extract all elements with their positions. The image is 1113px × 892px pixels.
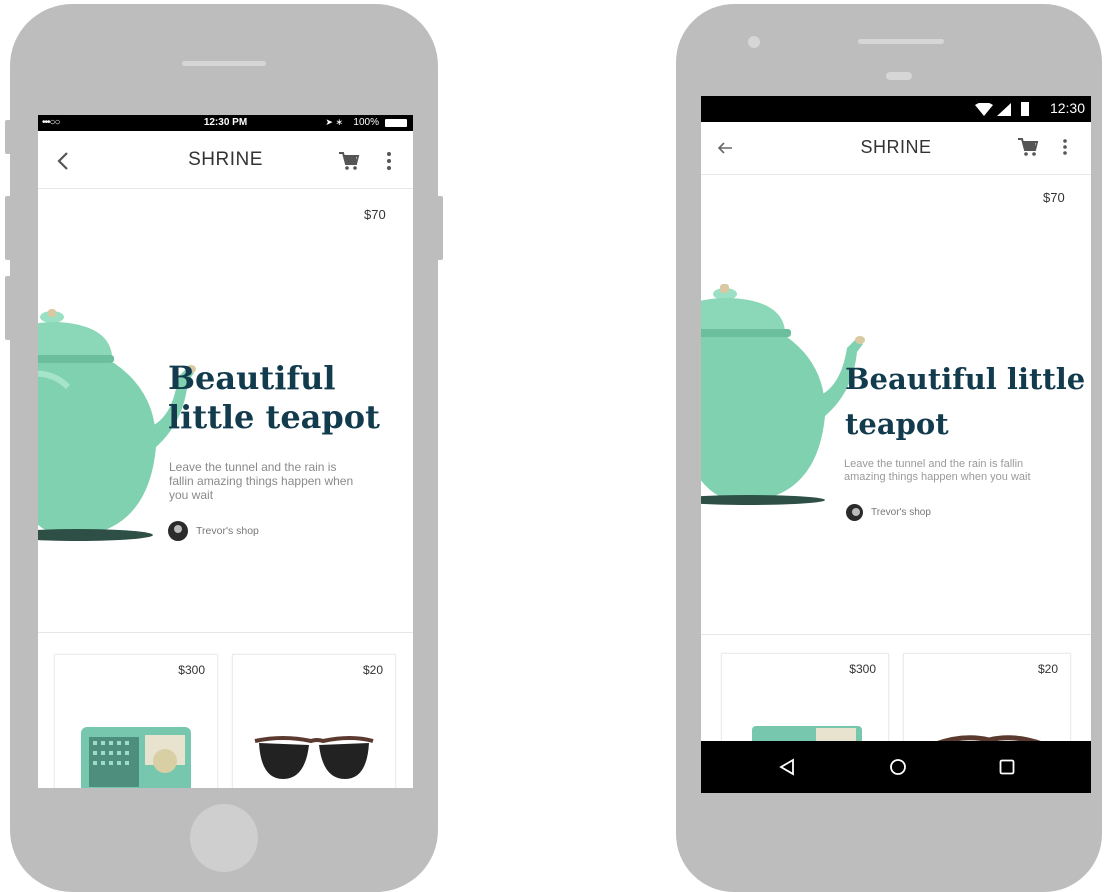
hero-title: Beautiful little teapot — [168, 359, 380, 437]
sunglasses-image — [254, 736, 374, 779]
android-screen: 12:30 SHRINE $70 Beautiful little teapot… — [701, 96, 1091, 793]
hero-description: Leave the tunnel and the rain is fallin … — [844, 458, 1084, 483]
earpiece-speaker — [858, 39, 944, 44]
card-price: $20 — [362, 663, 383, 677]
hero-title: Beautiful little teapot — [845, 357, 1085, 447]
ios-volume-down — [5, 276, 11, 340]
signal-icon — [997, 103, 1011, 116]
front-camera — [748, 36, 760, 48]
ios-mute-switch — [5, 120, 11, 154]
android-status-bar: 12:30 — [701, 96, 1091, 122]
card-price: $300 — [849, 662, 876, 676]
hero-title-line1: Beautiful — [168, 359, 336, 397]
battery-icon — [385, 119, 407, 127]
proximity-sensor — [886, 72, 912, 80]
home-button[interactable] — [190, 804, 258, 872]
shop-avatar — [168, 521, 188, 541]
radio-image — [81, 727, 191, 788]
section-divider — [38, 632, 413, 633]
ios-power-button — [437, 196, 443, 260]
shop-avatar — [846, 504, 863, 521]
status-time: 12:30 — [1049, 100, 1085, 116]
nav-back-icon[interactable] — [779, 758, 795, 776]
hero-title-line2: little teapot — [168, 398, 380, 437]
product-card-radio[interactable]: $300 — [54, 654, 218, 788]
more-vert-icon[interactable] — [1062, 138, 1068, 156]
hero-price: $70 — [1043, 190, 1065, 205]
nav-home-icon[interactable] — [889, 758, 907, 776]
hero-description-line2: fallin amazing things happen when — [169, 473, 354, 488]
ios-status-bar: •••○○ 12:30 PM ➤ ∗ 100% — [38, 115, 413, 131]
battery-percent: 100% — [353, 117, 379, 128]
more-vert-icon[interactable] — [386, 151, 392, 171]
cart-icon[interactable] — [1017, 137, 1039, 157]
shop-link[interactable]: Trevor's shop — [846, 504, 931, 521]
android-app-bar: SHRINE — [701, 122, 1091, 175]
shop-name: Trevor's shop — [196, 525, 259, 537]
hero-price: $70 — [364, 207, 386, 222]
hero-description-line1: Leave the tunnel and the rain is — [169, 460, 337, 474]
card-price: $20 — [1037, 662, 1058, 676]
hero-description-line3: you wait — [169, 487, 214, 502]
hero-description-line2: amazing things happen when you wait — [844, 470, 1031, 483]
shop-name: Trevor's shop — [871, 507, 931, 518]
ios-screen: •••○○ 12:30 PM ➤ ∗ 100% SHRINE $70 Beaut… — [38, 115, 413, 788]
ios-app-bar: SHRINE — [38, 131, 413, 189]
location-bluetooth-icon: ➤ ∗ — [325, 117, 343, 127]
hero-title-line1: Beautiful little — [845, 362, 1086, 396]
card-price: $300 — [178, 663, 205, 677]
section-divider — [701, 634, 1091, 635]
nav-recents-icon[interactable] — [999, 759, 1015, 775]
hero-title-line2: teapot — [845, 406, 949, 441]
hero-description: Leave the tunnel and the rain is fallin … — [169, 460, 399, 502]
earpiece-speaker — [182, 61, 266, 66]
cart-icon[interactable] — [338, 151, 360, 171]
android-nav-bar — [701, 741, 1091, 793]
product-card-sunglasses[interactable]: $20 — [232, 654, 396, 788]
shop-link[interactable]: Trevor's shop — [168, 521, 259, 541]
ios-volume-up — [5, 196, 11, 260]
battery-icon — [1021, 102, 1029, 116]
wifi-icon — [975, 103, 993, 116]
hero-description-line1: Leave the tunnel and the rain is fallin — [844, 458, 1024, 470]
